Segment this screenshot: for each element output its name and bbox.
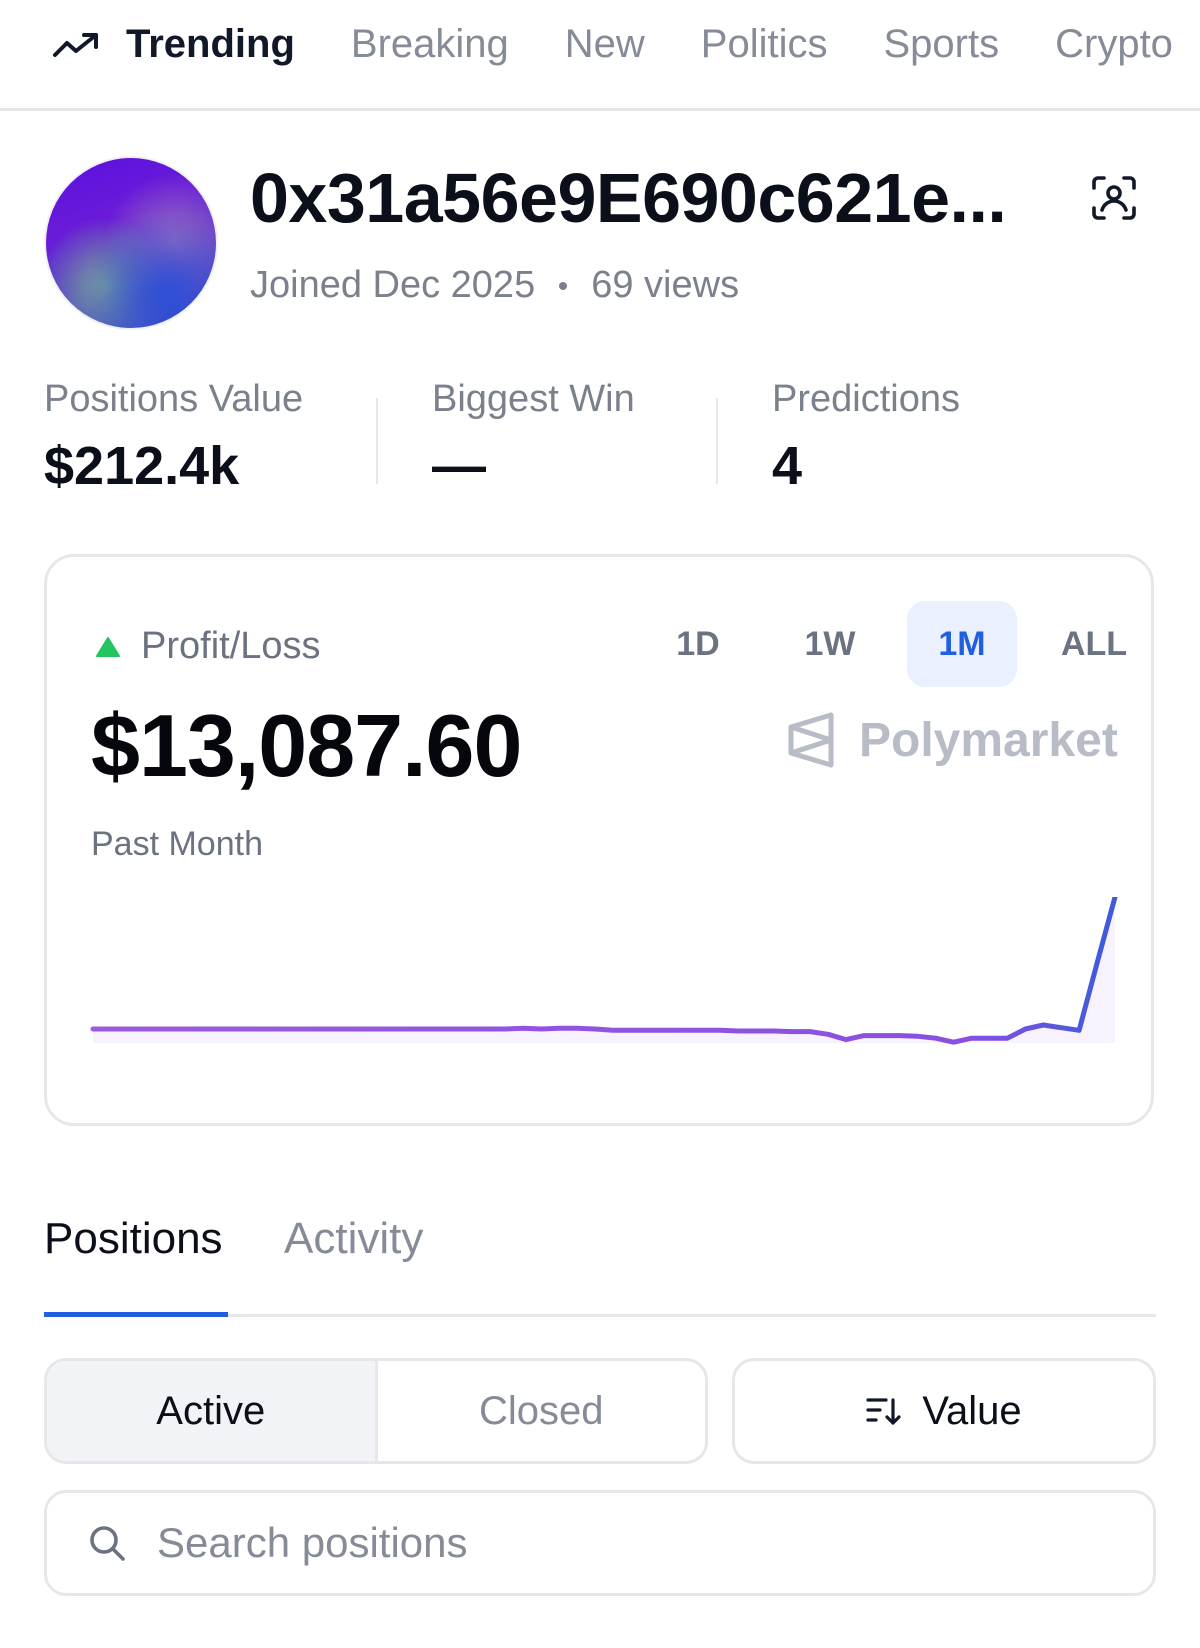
pnl-label: Profit/Loss — [95, 625, 321, 668]
pnl-chart-area — [93, 897, 1115, 1043]
search-icon — [90, 1526, 125, 1561]
avatar — [46, 158, 216, 328]
nav-items: Trending Breaking New Politics Sports Cr… — [52, 22, 1200, 67]
nav-label: Sports — [883, 22, 1000, 66]
nav-item-politics[interactable]: Politics — [701, 22, 828, 67]
nav-item-sports[interactable]: Sports — [884, 22, 1000, 67]
range-tabs: 1D 1W 1M ALL — [643, 601, 1171, 687]
separator-dot — [559, 281, 568, 290]
profile-username: 0x31a56e9E690c621e... — [250, 159, 1007, 237]
brand-watermark: Polymarket — [785, 711, 1118, 769]
search-input[interactable] — [155, 1518, 1059, 1568]
stat-label: Positions Value — [44, 378, 304, 420]
range-tab-1d[interactable]: 1D — [643, 601, 753, 687]
nav-item-crypto[interactable]: Crypto — [1055, 22, 1173, 67]
filter-closed-button[interactable]: Closed — [378, 1361, 706, 1461]
polymarket-logo-icon — [788, 712, 834, 768]
sort-value-button[interactable]: Value — [732, 1358, 1156, 1464]
sort-descending-icon — [866, 1398, 901, 1425]
range-tab-all[interactable]: ALL — [1039, 601, 1149, 687]
nav-item-breaking[interactable]: Breaking — [351, 22, 509, 67]
top-nav: Trending Breaking New Politics Sports Cr… — [0, 0, 1200, 111]
nav-item-trending[interactable]: Trending — [52, 22, 295, 67]
nav-item-new[interactable]: New — [565, 22, 645, 67]
scan-face-icon[interactable] — [1090, 174, 1138, 222]
nav-label: Trending — [126, 22, 295, 66]
pnl-label-text: Profit/Loss — [141, 625, 321, 667]
nav-label: Breaking — [350, 22, 509, 66]
triangle-up-icon — [96, 636, 120, 657]
nav-label: Crypto — [1055, 22, 1173, 66]
sort-label: Value — [922, 1388, 1022, 1433]
nav-label: Politics — [700, 22, 828, 66]
pnl-card: Profit/Loss 1D 1W 1M ALL $13,087.60 Past… — [44, 554, 1154, 1126]
brand-name: Polymarket — [859, 713, 1118, 767]
profile-meta: Joined Dec 2025 69 views — [250, 264, 739, 307]
filter-active-button[interactable]: Active — [47, 1361, 378, 1461]
content-tabs: Positions Activity — [44, 1214, 1156, 1317]
tab-positions[interactable]: Positions — [44, 1214, 223, 1264]
view-count: 69 views — [591, 264, 740, 306]
stat-value: — — [432, 436, 486, 496]
status-segmented-control: Active Closed — [44, 1358, 708, 1464]
stat-label: Biggest Win — [432, 378, 635, 420]
pnl-chart — [90, 897, 1118, 1045]
pnl-period: Past Month — [91, 825, 263, 863]
trending-up-icon — [53, 32, 98, 57]
search-box — [44, 1490, 1156, 1596]
stat-divider — [376, 398, 378, 484]
stat-divider — [716, 398, 718, 484]
stat-predictions: Predictions 4 — [772, 378, 960, 497]
tab-active-indicator — [44, 1312, 228, 1317]
stat-value: 4 — [772, 436, 803, 496]
pnl-amount: $13,087.60 — [91, 696, 522, 795]
nav-label: New — [564, 22, 645, 66]
tab-activity[interactable]: Activity — [284, 1214, 423, 1264]
range-tab-1m[interactable]: 1M — [907, 601, 1017, 687]
stat-label: Predictions — [772, 378, 960, 420]
stat-value: $212.4k — [44, 436, 240, 496]
range-tab-1w[interactable]: 1W — [775, 601, 885, 687]
joined-date: Joined Dec 2025 — [250, 264, 536, 306]
pnl-chart-line — [90, 897, 1118, 1045]
stat-positions-value: Positions Value $212.4k — [44, 378, 303, 497]
stat-biggest-win: Biggest Win — — [432, 378, 635, 497]
